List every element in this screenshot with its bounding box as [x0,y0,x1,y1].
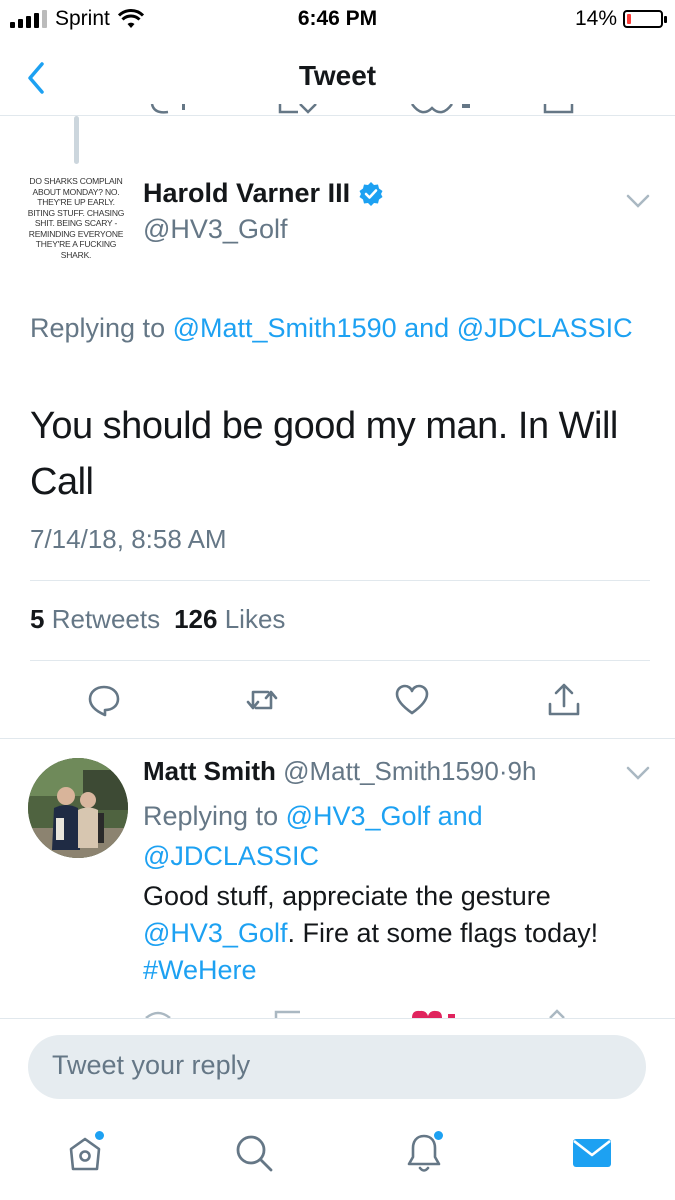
share-icon[interactable] [546,682,582,718]
chevron-down-icon[interactable] [626,766,650,780]
status-bar: Sprint 6:46 PM 14% [0,0,675,40]
mention-link[interactable]: @HV3_Golf [286,801,430,831]
tweet-timestamp: 7/14/18, 8:58 AM [30,524,227,554]
reply-icon[interactable] [86,682,122,718]
divider [0,738,675,739]
author-name-text[interactable]: Harold Varner III [143,178,350,209]
avatar-photo [28,758,128,858]
replying-to: Replying to @Matt_Smith1590 and @JDCLASS… [30,313,633,343]
battery-percent: 14% [574,7,617,30]
verified-badge-icon [359,181,383,206]
mention-link[interactable]: @JDCLASSIC [457,313,633,343]
notification-dot [95,1131,104,1140]
bottom-area: Tweet your reply [0,1018,675,1200]
reply-author-name[interactable]: Matt Smith [143,756,276,786]
author-handle[interactable]: @HV3_Golf [143,214,287,245]
clock: 6:46 PM [297,7,378,30]
mention-link[interactable]: @HV3_Golf [143,918,287,948]
tab-bar [0,1131,675,1187]
retweets-stat[interactable]: 5 Retweets [30,604,160,635]
reply-time: 9h [507,756,537,786]
scrolled-actions-ghost [150,104,574,114]
divider [30,660,650,661]
retweet-icon[interactable] [244,682,280,718]
reply-actions-partial [145,1009,565,1018]
search-icon[interactable] [232,1131,276,1175]
author-name[interactable]: Harold Varner III [143,178,384,209]
likes-stat[interactable]: 126 Likes [174,604,285,635]
avatar[interactable]: DO SHARKS COMPLAIN ABOUT MONDAY? NO. THE… [24,172,128,260]
tweet-text: You should be good my man. In Will Call [30,405,618,503]
page-title: Tweet [298,60,377,91]
tweet-actions [0,678,675,722]
mention-link[interactable]: @JDCLASSIC [143,841,319,871]
battery-icon [623,10,667,28]
nav-bar: Tweet [0,40,675,116]
thread-connector [74,116,79,164]
notification-dot [434,1131,443,1140]
chevron-down-icon[interactable] [626,194,650,208]
messages-mail-icon[interactable] [570,1131,614,1175]
mention-link[interactable]: @Matt_Smith1590 [173,313,397,343]
replying-to: Replying to @HV3_Golf and @JDCLASSIC [143,801,483,871]
reply-text: Good stuff, appreciate the gesture @HV3_… [143,881,599,985]
reply-author-handle[interactable]: @Matt_Smith1590 [283,756,499,786]
reply-input[interactable]: Tweet your reply [28,1035,646,1099]
tweet-stats: 5 Retweets 126 Likes [30,604,285,635]
hashtag-link[interactable]: #WeHere [143,955,257,985]
reply-header: Matt Smith @Matt_Smith1590·9h [143,756,537,786]
like-icon[interactable] [394,682,430,718]
divider [30,580,650,581]
avatar[interactable] [28,758,128,858]
